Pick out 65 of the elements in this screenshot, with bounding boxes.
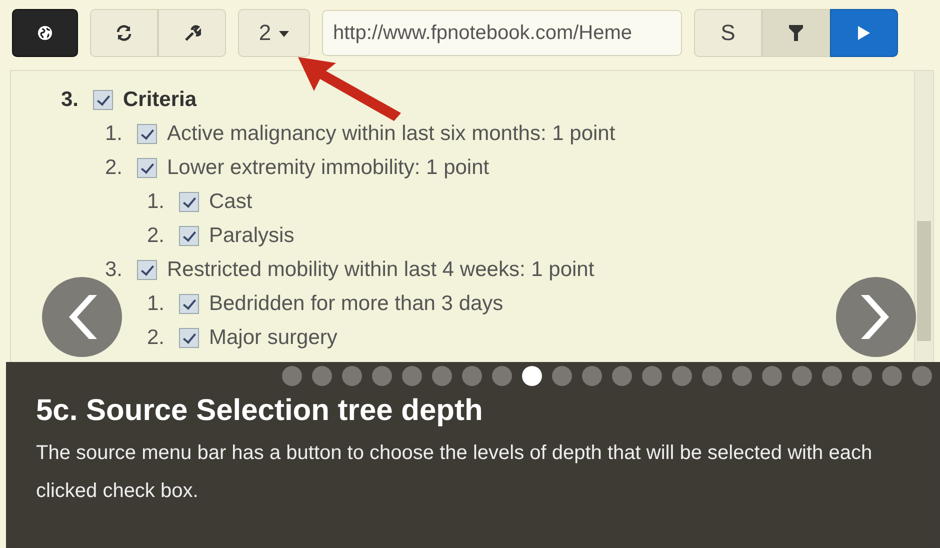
item-label: Criteria — [123, 88, 197, 112]
globe-icon — [37, 25, 53, 41]
item-number: 2. — [147, 224, 166, 248]
scrollbar[interactable] — [914, 71, 933, 361]
slide-dot[interactable] — [342, 366, 362, 386]
slide-dot[interactable] — [792, 366, 812, 386]
slide-dot[interactable] — [672, 366, 692, 386]
url-field[interactable]: http://www.fpnotebook.com/Heme — [322, 10, 682, 56]
wrench-button[interactable] — [158, 9, 226, 57]
checkbox[interactable] — [179, 328, 199, 348]
refresh-button[interactable] — [90, 9, 158, 57]
slide-dot[interactable] — [522, 366, 542, 386]
item-label: Bedridden for more than 3 days — [209, 292, 504, 316]
filter-icon — [789, 25, 803, 41]
chevron-left-icon — [67, 295, 97, 339]
checkbox[interactable] — [179, 192, 199, 212]
caption-title: 5c. Source Selection tree depth — [36, 394, 484, 428]
slide-dot[interactable] — [372, 366, 392, 386]
slide-dot[interactable] — [882, 366, 902, 386]
slide-dot[interactable] — [312, 366, 332, 386]
slide-dot[interactable] — [732, 366, 752, 386]
globe-button[interactable] — [12, 9, 78, 57]
item-number: 2. — [105, 156, 124, 180]
item-label: Active malignancy within last six months: 1 point — [167, 122, 616, 146]
slide-dot[interactable] — [852, 366, 872, 386]
slide-dot[interactable] — [612, 366, 632, 386]
slide-dot[interactable] — [642, 366, 662, 386]
item-number: 3. — [61, 88, 80, 112]
item-label: Major surgery — [209, 326, 338, 350]
slide-dot[interactable] — [582, 366, 602, 386]
item-number: 3. — [105, 258, 124, 282]
play-button[interactable] — [830, 9, 898, 57]
caption-text: The source menu bar has a button to choose the levels of depth that will be selected with each clicked check box. — [36, 441, 874, 504]
item-number: 2. — [147, 326, 166, 350]
checkbox[interactable] — [93, 90, 113, 110]
slide-dot[interactable] — [402, 366, 422, 386]
item-number: 1. — [147, 292, 166, 316]
slide-dot[interactable] — [282, 366, 302, 386]
search-mode-button[interactable]: S — [694, 9, 762, 57]
item-label: Paralysis — [209, 224, 294, 248]
slide-dot[interactable] — [762, 366, 782, 386]
item-label: Restricted mobility within last 4 weeks: 1 point — [167, 258, 594, 282]
slide-dot[interactable] — [462, 366, 482, 386]
slide-dot[interactable] — [432, 366, 452, 386]
caret-icon — [279, 31, 290, 37]
item-number: 1. — [147, 190, 166, 214]
item-label: Lower extremity immobility: 1 point — [167, 156, 490, 180]
slide-dot[interactable] — [552, 366, 572, 386]
item-number: 1. — [105, 122, 124, 146]
refresh-icon — [115, 24, 133, 42]
checkbox[interactable] — [137, 124, 157, 144]
slide-dot[interactable] — [492, 366, 512, 386]
filter-button[interactable] — [762, 9, 830, 57]
wrench-icon — [183, 24, 201, 42]
play-icon — [857, 25, 871, 41]
slide-dot[interactable] — [822, 366, 842, 386]
chevron-right-icon — [861, 295, 891, 339]
depth-button[interactable]: 2 — [238, 9, 310, 57]
checkbox[interactable] — [179, 226, 199, 246]
slide-dot[interactable] — [702, 366, 722, 386]
slide-dot[interactable] — [912, 366, 932, 386]
checkbox[interactable] — [179, 294, 199, 314]
checkbox[interactable] — [137, 158, 157, 178]
checkbox[interactable] — [137, 260, 157, 280]
item-label: Cast — [209, 190, 252, 214]
